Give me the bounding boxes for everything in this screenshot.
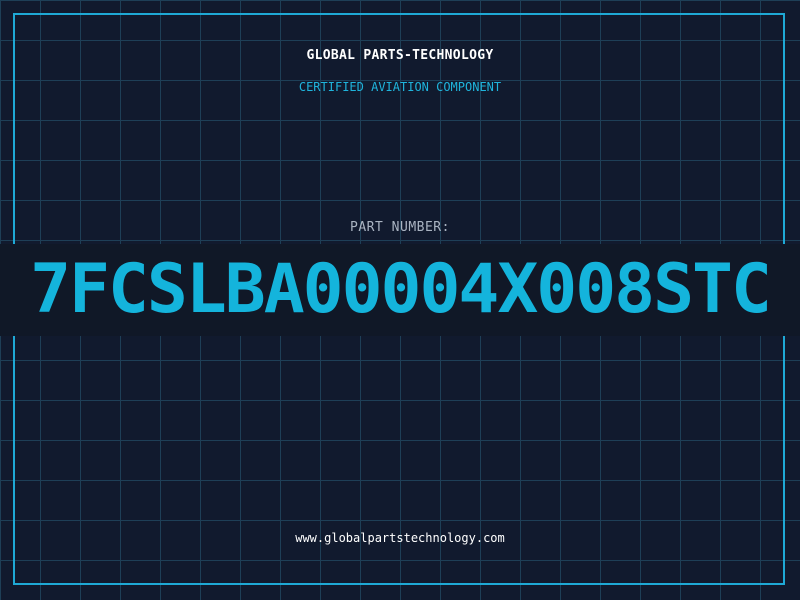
certification-subtitle: CERTIFIED AVIATION COMPONENT xyxy=(298,80,502,94)
certificate-page: GLOBAL PARTS-TECHNOLOGY CERTIFIED AVIATI… xyxy=(0,0,800,600)
part-number-value: 7FCSLBA00004X008STC xyxy=(30,250,772,329)
part-number-band: 7FCSLBA00004X008STC xyxy=(0,244,800,336)
part-number-label: PART NUMBER: xyxy=(350,220,450,235)
website-link[interactable]: www.globalpartstechnology.com xyxy=(0,531,800,545)
company-name: GLOBAL PARTS-TECHNOLOGY xyxy=(306,48,494,63)
